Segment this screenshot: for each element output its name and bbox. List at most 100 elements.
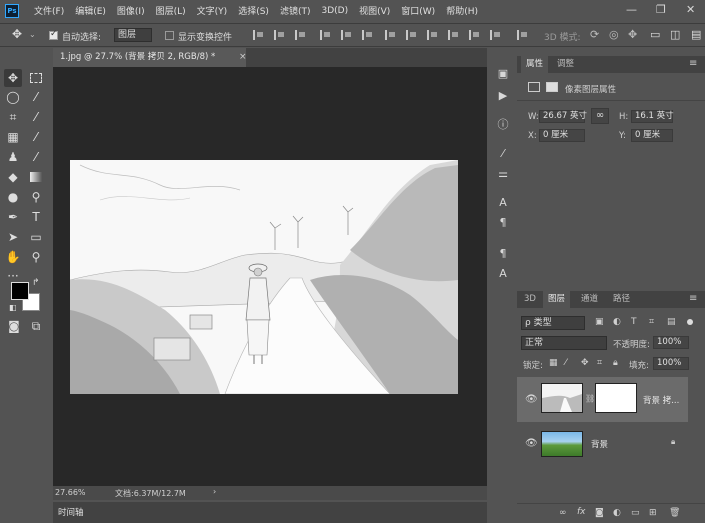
new-group-icon[interactable]: ▭	[631, 508, 640, 518]
timeline-panel-tab[interactable]: 时间轴	[53, 502, 487, 523]
photoshop-logo-icon[interactable]: Ps	[5, 3, 19, 18]
path-selection-tool-icon[interactable]: ➤	[4, 228, 22, 246]
filter-smart-object-icon[interactable]: ▤	[667, 317, 676, 327]
mask-link-icon[interactable]: ⛓︎	[585, 394, 595, 403]
lasso-tool-icon[interactable]: ◯	[4, 88, 22, 106]
tool-preset-dropdown-icon[interactable]: ⌄	[29, 30, 36, 39]
menu-image[interactable]: 图像(I)	[117, 4, 145, 17]
gradient-tool-icon[interactable]	[27, 168, 45, 186]
paragraph-styles-icon[interactable]: ¶	[496, 246, 510, 260]
mask-properties-icon[interactable]	[546, 82, 558, 92]
align-right-icon[interactable]	[295, 30, 305, 40]
screen-mode-icon[interactable]: ⧉	[27, 317, 45, 335]
opacity-field[interactable]: 100%	[653, 336, 689, 349]
filter-adjustment-icon[interactable]: ◐	[613, 317, 621, 327]
lock-artboard-icon[interactable]: ⌗	[597, 358, 602, 368]
menu-view[interactable]: 视图(V)	[359, 4, 390, 17]
layer-row[interactable]: 👁︎ ⛓︎ 背景 拷...	[517, 377, 688, 422]
healing-brush-tool-icon[interactable]: ▦	[4, 128, 22, 146]
layer-name[interactable]: 背景 拷...	[643, 394, 679, 406]
crop-tool-icon[interactable]: ⌗	[4, 108, 22, 126]
menu-layer[interactable]: 图层(L)	[156, 4, 186, 17]
blend-mode-select[interactable]: 正常	[521, 336, 607, 350]
tab-paths[interactable]: 路径	[608, 291, 635, 308]
brush-tool-icon[interactable]: ⁄	[27, 128, 45, 146]
tab-layers[interactable]: 图层	[543, 291, 571, 308]
3d-slide-icon[interactable]: ▭	[650, 28, 660, 41]
lock-transparent-icon[interactable]: ▦	[549, 358, 558, 368]
visibility-eye-icon[interactable]: 👁︎	[525, 438, 538, 449]
panel-menu-icon[interactable]: ≡	[689, 58, 697, 69]
zoom-tool-icon[interactable]: ⚲	[27, 248, 45, 266]
lock-all-icon[interactable]: 🔒︎	[613, 358, 618, 368]
link-layers-icon[interactable]: ∞	[559, 508, 567, 518]
blur-tool-icon[interactable]: ●	[4, 188, 22, 206]
default-colors-icon[interactable]: ◧	[9, 303, 17, 312]
magic-wand-tool-icon[interactable]: ⁄	[27, 88, 45, 106]
clone-stamp-tool-icon[interactable]: ♟	[4, 148, 22, 166]
fill-field[interactable]: 100%	[653, 357, 689, 370]
3d-orbit-icon[interactable]: ⟳	[590, 28, 599, 41]
distribute-hcenter-icon[interactable]	[469, 30, 479, 40]
show-transform-checkbox[interactable]	[165, 31, 174, 40]
workspace-icon[interactable]: ▤	[691, 28, 701, 41]
character-styles-icon[interactable]: A	[496, 266, 510, 280]
3d-roll-icon[interactable]: ◎	[609, 28, 619, 41]
hand-tool-icon[interactable]: ✋	[4, 248, 22, 266]
move-tool-icon[interactable]: ✥	[12, 27, 22, 41]
move-tool-icon[interactable]: ✥	[4, 69, 22, 87]
play-actions-icon[interactable]: ▶	[496, 88, 510, 102]
layer-row[interactable]: 👁︎ 背景 🔒︎	[517, 421, 688, 466]
history-brush-tool-icon[interactable]: ⁄	[27, 148, 45, 166]
close-button[interactable]: ✕	[686, 3, 695, 16]
menu-filter[interactable]: 滤镜(T)	[280, 4, 311, 17]
align-left-icon[interactable]	[253, 30, 263, 40]
menu-select[interactable]: 选择(S)	[238, 4, 269, 17]
brush-settings-icon[interactable]: ⚌	[496, 166, 510, 180]
quick-mask-icon[interactable]: ◙	[5, 317, 23, 335]
document-tab[interactable]: 1.jpg @ 27.7% (背景 拷贝 2, RGB/8) *	[53, 48, 246, 67]
pen-tool-icon[interactable]: ✒	[4, 208, 22, 226]
link-dimensions-icon[interactable]: ∞	[591, 108, 609, 124]
rectangle-tool-icon[interactable]: ▭	[27, 228, 45, 246]
tab-channels[interactable]: 通道	[576, 291, 603, 308]
distribute-left-icon[interactable]	[448, 30, 458, 40]
dodge-tool-icon[interactable]: ⚲	[27, 188, 45, 206]
marquee-tool-icon[interactable]	[27, 69, 45, 87]
trash-icon[interactable]: 🗑︎	[669, 508, 680, 518]
minimize-button[interactable]: —	[626, 3, 637, 16]
layer-name[interactable]: 背景	[591, 438, 608, 450]
distribute-top-icon[interactable]	[385, 30, 395, 40]
height-field[interactable]: 16.1 英寸	[631, 110, 674, 123]
filter-toggle-icon[interactable]	[687, 319, 693, 325]
align-vcenter-icon[interactable]	[341, 30, 351, 40]
3d-scale-icon[interactable]: ◫	[670, 28, 680, 41]
adjustment-layer-icon[interactable]: ◐	[613, 508, 621, 518]
canvas-area[interactable]	[53, 67, 487, 486]
auto-select-target-select[interactable]: 图层	[114, 28, 152, 42]
tab-3d[interactable]: 3D	[519, 291, 541, 308]
maximize-button[interactable]: ❐	[656, 3, 666, 16]
auto-align-icon[interactable]	[517, 30, 527, 40]
status-menu-arrow-icon[interactable]: ›	[213, 487, 216, 496]
layer-mask-thumbnail[interactable]	[595, 383, 637, 413]
distribute-vcenter-icon[interactable]	[406, 30, 416, 40]
distribute-right-icon[interactable]	[490, 30, 500, 40]
menu-file[interactable]: 文件(F)	[34, 4, 64, 17]
swap-colors-icon[interactable]: ↱	[32, 278, 40, 288]
distribute-bottom-icon[interactable]	[427, 30, 437, 40]
menu-3d[interactable]: 3D(D)	[321, 6, 348, 16]
eraser-tool-icon[interactable]: ◆	[4, 168, 22, 186]
menu-edit[interactable]: 编辑(E)	[75, 4, 106, 17]
menu-type[interactable]: 文字(Y)	[197, 4, 228, 17]
filter-type-icon[interactable]: T	[631, 317, 637, 327]
width-field[interactable]: 26.67 英寸	[539, 110, 587, 123]
eyedropper-tool-icon[interactable]: ⁄	[27, 108, 45, 126]
new-layer-icon[interactable]: ⊞	[649, 508, 657, 518]
paragraph-panel-icon[interactable]: ¶	[496, 215, 510, 229]
document-image[interactable]	[70, 160, 458, 394]
history-panel-icon[interactable]: ▣	[496, 66, 510, 80]
align-top-icon[interactable]	[320, 30, 330, 40]
y-position-field[interactable]: 0 厘米	[631, 129, 673, 142]
type-tool-icon[interactable]: T	[27, 208, 45, 226]
